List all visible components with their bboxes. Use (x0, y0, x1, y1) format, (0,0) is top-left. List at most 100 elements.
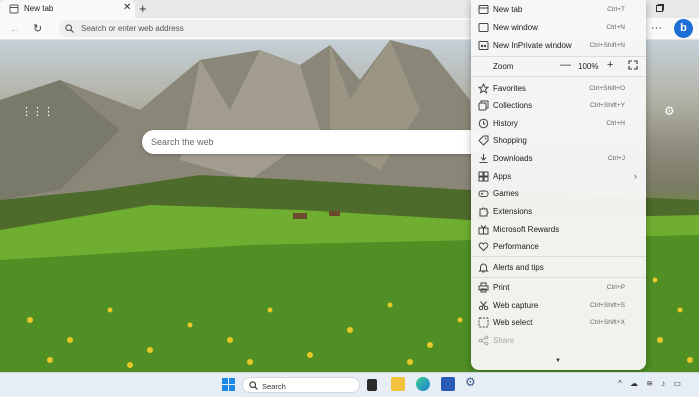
menu-item-shortcut: Ctrl+J (607, 155, 625, 162)
menu-item-microsoft-rewards[interactable]: Microsoft Rewards (471, 221, 646, 238)
back-arrow-icon[interactable]: ← (10, 24, 20, 35)
menu-item-label: Alerts and tips (493, 263, 544, 272)
star-icon (478, 83, 489, 94)
menu-item-alerts-and-tips[interactable]: Alerts and tips (471, 259, 646, 276)
menu-item-shortcut: Ctrl+Shift+N (589, 42, 625, 49)
menu-item-print[interactable]: Print Ctrl+P (471, 279, 646, 296)
menu-item-label: New tab (493, 5, 523, 14)
menu-item-downloads[interactable]: Downloads Ctrl+J (471, 150, 646, 167)
address-placeholder: Search or enter web address (81, 24, 184, 33)
tab-title: New tab (24, 4, 54, 13)
task-view-icon[interactable] (367, 379, 377, 391)
rewards-icon (478, 224, 489, 235)
copilot-icon[interactable]: b (674, 19, 693, 38)
menu-item-label: Games (493, 189, 519, 198)
menu-item-new-inprivate-window[interactable]: New InPrivate window Ctrl+Shift+N (471, 37, 646, 54)
menu-item-label: Performance (493, 242, 539, 251)
select-icon (478, 317, 489, 328)
menu-item-shortcut: Ctrl+N (606, 24, 625, 31)
menu-item-new-tab[interactable]: New tab Ctrl+T (471, 1, 646, 18)
menu-divider (471, 56, 646, 57)
close-tab-icon[interactable]: ✕ (123, 2, 131, 13)
settings-gear-icon[interactable]: ⚙ (465, 375, 479, 389)
apps-icon (478, 171, 489, 182)
share-icon (478, 335, 489, 346)
windows-taskbar: Search ⚙ ^ ☁ ≋ ♪ ▭ (0, 372, 699, 397)
puzzle-icon (478, 206, 489, 217)
menu-item-label: New window (493, 23, 538, 32)
menu-item-shortcut: Ctrl+T (607, 6, 625, 13)
windows-start-icon[interactable] (222, 378, 235, 391)
tag-icon (478, 135, 489, 146)
refresh-icon[interactable]: ↻ (33, 22, 42, 35)
menu-item-history[interactable]: History Ctrl+H (471, 115, 646, 132)
menu-item-label: Shopping (493, 136, 527, 145)
menu-item-label: Print (493, 283, 510, 292)
zoom-level: 100% (578, 62, 599, 71)
menu-item-extensions[interactable]: Extensions (471, 203, 646, 220)
menu-item-label: Apps (493, 172, 512, 181)
apps-grid-icon[interactable]: ⋮⋮⋮ (21, 105, 54, 118)
menu-item-label: Downloads (493, 154, 533, 163)
menu-item-collections[interactable]: Collections Ctrl+Shift+Y (471, 97, 646, 114)
menu-item-label: Share (493, 336, 515, 345)
menu-item-share: Share (471, 332, 646, 349)
fullscreen-icon[interactable] (628, 60, 638, 70)
menu-item-new-window[interactable]: New window Ctrl+N (471, 19, 646, 36)
menu-divider (471, 277, 646, 278)
taskbar-search-label: Search (262, 382, 286, 391)
gamepad-icon (478, 188, 489, 199)
system-tray[interactable]: ^ ☁ ≋ ♪ ▭ (618, 379, 684, 388)
menu-item-favorites[interactable]: Favorites Ctrl+Shift+O (471, 80, 646, 97)
taskbar-search[interactable]: Search (242, 377, 360, 393)
web-search-placeholder: Search the web (151, 137, 214, 147)
menu-item-web-select[interactable]: Web select Ctrl+Shift+X (471, 314, 646, 331)
store-icon[interactable] (441, 377, 455, 391)
menu-item-shortcut: Ctrl+Shift+S (589, 302, 625, 309)
menu-item-label: New InPrivate window (493, 41, 572, 50)
menu-item-web-capture[interactable]: Web capture Ctrl+Shift+S (471, 297, 646, 314)
new-tab-icon (478, 4, 489, 15)
search-icon (65, 24, 74, 33)
menu-item-shortcut: Ctrl+Shift+Y (589, 102, 625, 109)
menu-item-shortcut: Ctrl+Shift+O (589, 85, 625, 92)
menu-item-label: Extensions (493, 207, 533, 216)
web-search-box[interactable]: Search the web (142, 130, 482, 154)
search-icon (249, 381, 258, 390)
file-explorer-icon[interactable] (391, 377, 405, 391)
scissors-icon (478, 300, 489, 311)
chevron-right-icon: › (634, 171, 637, 181)
menu-item-shortcut: Ctrl+H (606, 120, 625, 127)
menu-item-label: Favorites (493, 84, 526, 93)
menu-item-label: Collections (493, 101, 533, 110)
inprivate-icon (478, 40, 489, 51)
menu-item-shopping[interactable]: Shopping (471, 132, 646, 149)
collections-icon (478, 100, 489, 111)
menu-item-apps[interactable]: Apps › (471, 168, 646, 185)
settings-and-more-menu: New tab Ctrl+T New window Ctrl+N New InP… (471, 0, 646, 370)
download-icon (478, 153, 489, 164)
page-settings-gear-icon[interactable]: ⚙ (664, 104, 675, 118)
maximize-icon[interactable] (656, 4, 664, 12)
menu-item-label: Web select (493, 318, 533, 327)
more-options-icon[interactable]: ··· (651, 22, 662, 34)
menu-item-games[interactable]: Games (471, 185, 646, 202)
address-bar[interactable]: Search or enter web address (59, 20, 479, 37)
heart-pulse-icon (478, 241, 489, 252)
printer-icon (478, 282, 489, 293)
scroll-down-icon[interactable]: ▼ (555, 358, 561, 364)
menu-divider (471, 256, 646, 257)
edge-icon[interactable] (416, 377, 430, 391)
menu-item-zoom: Zoom — 100% + (471, 58, 646, 75)
bell-icon (478, 262, 489, 273)
menu-divider (471, 76, 646, 77)
menu-item-shortcut: Ctrl+P (606, 284, 625, 291)
menu-item-label: Microsoft Rewards (493, 225, 560, 234)
zoom-in-button[interactable]: + (607, 59, 613, 71)
zoom-out-button[interactable]: — (560, 59, 571, 71)
tab-new-tab[interactable]: New tab ✕ (0, 0, 135, 18)
menu-item-performance[interactable]: Performance (471, 238, 646, 255)
menu-item-label: Web capture (493, 301, 539, 310)
page-icon (9, 4, 19, 14)
new-tab-plus-icon[interactable]: + (139, 1, 147, 16)
